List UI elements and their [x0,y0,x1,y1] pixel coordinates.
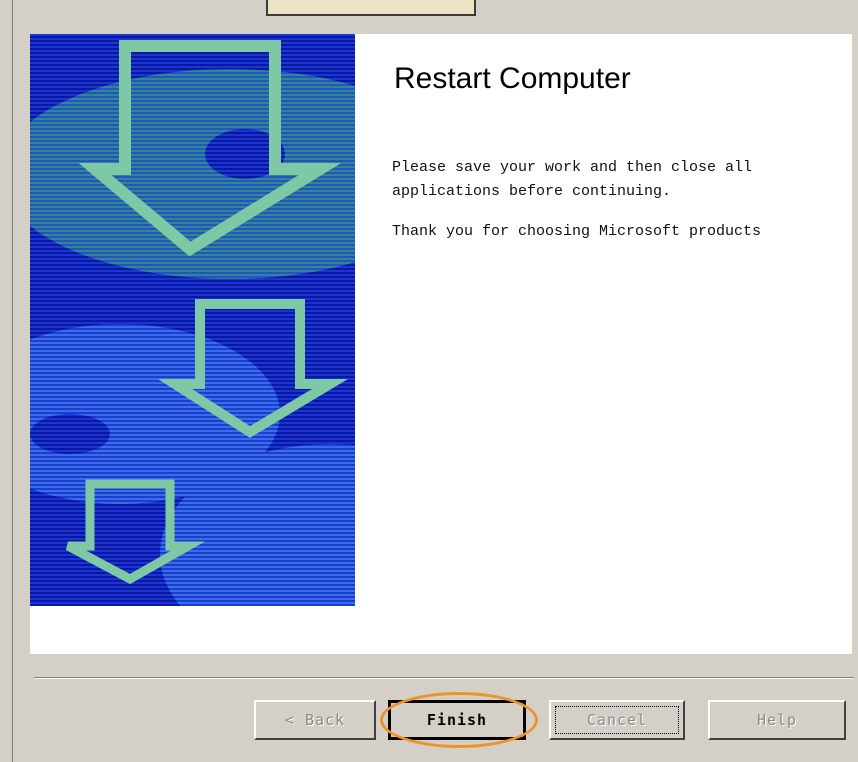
download-arrows-icon [30,34,355,606]
message-line: applications before continuing. [392,183,672,200]
message-line: Thank you for choosing Microsoft product… [392,223,762,240]
window-tab-stub [266,0,476,16]
back-button[interactable]: < Back [254,700,376,740]
wizard-content-panel: Restart Computer Please save your work a… [30,34,852,654]
wizard-message: Please save your work and then close all… [392,156,852,244]
wizard-banner [30,34,355,606]
message-spacer [392,204,852,220]
finish-button[interactable]: Finish [388,700,526,740]
window-left-edge [0,0,13,762]
wizard-title: Restart Computer [394,62,631,95]
cancel-button[interactable]: Cancel [549,700,685,740]
message-line: Please save your work and then close all [392,159,753,176]
help-button[interactable]: Help [708,700,846,740]
button-separator [34,677,854,679]
